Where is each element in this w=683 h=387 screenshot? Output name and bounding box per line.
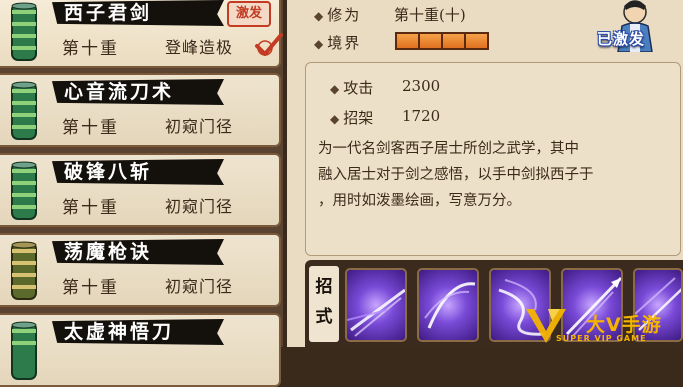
skill-rank: 登峰造极 (165, 38, 234, 57)
move-slot[interactable] (345, 268, 407, 342)
skill-list: 西子君剑 激发 第十重 登峰造极 心音流刀术 第十重 初窥门径 破锋八斩 第十重… (0, 0, 283, 387)
skill-name: 心音流刀术 (64, 81, 175, 103)
skill-level: 第十重 (62, 39, 119, 59)
realm-row: ◆ 境界 (314, 32, 361, 53)
diamond-icon: ◆ (314, 37, 324, 51)
realm-segment (466, 34, 487, 48)
skill-name: 西子君剑 (64, 2, 153, 24)
cultivation-label: 修为 (327, 6, 362, 24)
realm-progress-bar (395, 32, 489, 50)
diamond-icon: ◆ (314, 9, 324, 23)
skill-level: 第十重 (62, 198, 119, 218)
skill-detail-panel: ◆ 修为 第十重(十) ◆ 境界 已激发 ◆ 攻击 2300 ◆ 招架 1720 为一代… (287, 0, 683, 347)
parry-value: 1720 (402, 107, 441, 125)
parry-row: ◆ 招架 1720 (330, 107, 440, 128)
activated-status-label: 已激发 (597, 30, 646, 48)
scroll-icon (11, 241, 37, 300)
realm-label: 境界 (327, 34, 362, 52)
activated-badge: 激发 (227, 1, 271, 27)
realm-segment (397, 34, 418, 48)
skill-description: 为一代名剑客西子居士所创之武学，其中 融入居士对于剑之感悟，以手中剑拟西子于 ，… (318, 141, 594, 209)
skill-level: 第十重 (62, 278, 119, 298)
diamond-icon: ◆ (330, 112, 340, 126)
realm-segment (420, 34, 441, 48)
slash-icon (347, 288, 405, 337)
scroll-icon (11, 161, 37, 220)
crescent-slash-icon (424, 282, 476, 329)
move-slot[interactable] (417, 268, 479, 342)
attack-label: 攻击 (343, 79, 374, 97)
skill-rank: 初窥门径 (165, 277, 234, 296)
skill-name: 荡魔枪诀 (64, 241, 153, 263)
skill-rank: 初窥门径 (165, 197, 234, 216)
skill-item[interactable]: 心音流刀术 第十重 初窥门径 (0, 73, 281, 147)
cultivation-value: 第十重(十) (394, 6, 466, 24)
scroll-icon (11, 321, 37, 380)
scroll-icon (11, 2, 37, 61)
skill-item[interactable]: 太虚神悟刀 (0, 313, 281, 387)
check-icon (255, 33, 283, 56)
diamond-icon: ◆ (330, 82, 340, 96)
parry-label: 招架 (343, 109, 374, 127)
attribute-box: ◆ 攻击 2300 ◆ 招架 1720 为一代名剑客西子居士所创之武学，其中 融入居… (305, 62, 681, 256)
skill-item[interactable]: 破锋八斩 第十重 初窥门径 (0, 153, 281, 227)
skill-name: 太虚神悟刀 (64, 321, 175, 343)
skill-item[interactable]: 西子君剑 激发 第十重 登峰造极 (0, 0, 283, 68)
realm-segment (443, 34, 464, 48)
attack-row: ◆ 攻击 2300 (330, 77, 440, 98)
skill-item[interactable]: 荡魔枪诀 第十重 初窥门径 (0, 233, 281, 307)
watermark-subtext: SUPER VIP GAME (556, 334, 647, 343)
scroll-icon (11, 81, 37, 140)
moves-label: 招式 (309, 266, 339, 342)
attack-value: 2300 (402, 77, 441, 95)
cultivation-row: ◆ 修为 第十重(十) (314, 4, 466, 25)
skill-rank: 初窥门径 (165, 117, 234, 136)
skill-level: 第十重 (62, 118, 119, 138)
watermark-text: 大V手游 (586, 314, 662, 336)
skill-name: 破锋八斩 (64, 161, 153, 183)
